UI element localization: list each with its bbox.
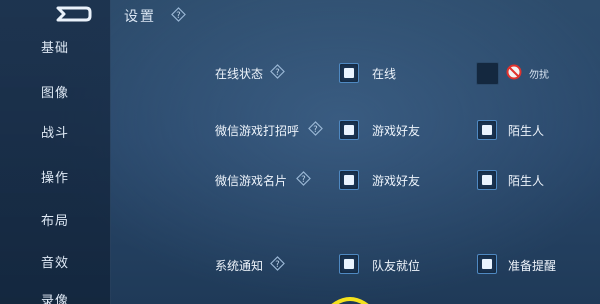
card-strangers-label: 陌生人 [508,174,545,188]
highlight-ring [331,297,369,304]
card-friends-checkbox[interactable] [339,170,359,190]
sidebar-item-layout[interactable]: 布局 [0,207,110,237]
prepare-remind-checkbox[interactable] [477,254,497,274]
sidebar-item-basic[interactable]: 基础 [0,34,110,64]
online-checkbox[interactable] [339,63,359,83]
svg-text:?: ? [176,10,180,20]
greeting-strangers-checkbox[interactable] [477,120,497,140]
greeting-strangers-label: 陌生人 [508,124,545,138]
online-status-label: 在线状态 [215,67,264,81]
sidebar-item-battle[interactable]: 战斗 [0,119,110,149]
greeting-friends-checkbox[interactable] [339,120,359,140]
help-icon[interactable]: ? [296,171,311,186]
back-button[interactable] [50,2,94,26]
wechat-greeting-label: 微信游戏打招呼 [215,124,300,138]
card-friends-label: 游戏好友 [372,174,421,188]
system-notify-label: 系统通知 [215,259,264,273]
no-entry-icon [506,64,522,80]
dnd-checkbox[interactable] [476,62,499,85]
dnd-option-label: 勿扰 [529,70,549,81]
help-icon[interactable]: ? [171,7,186,22]
svg-text:?: ? [313,124,317,134]
sidebar-item-graphics[interactable]: 图像 [0,79,110,109]
page-title: 设置 [124,9,156,25]
prepare-remind-label: 准备提醒 [508,259,557,273]
help-icon[interactable]: ? [270,64,285,79]
online-option-label: 在线 [372,67,397,81]
help-icon[interactable]: ? [270,256,285,271]
card-strangers-checkbox[interactable] [477,170,497,190]
svg-text:?: ? [275,67,279,77]
team-ready-label: 队友就位 [372,259,421,273]
sidebar: 基础 图像 战斗 操作 布局 音效 录像 [0,0,111,304]
wechat-card-label: 微信游戏名片 [215,174,288,188]
sidebar-item-sound[interactable]: 音效 [0,249,110,279]
svg-text:?: ? [301,174,305,184]
help-icon[interactable]: ? [308,121,323,136]
sidebar-item-controls[interactable]: 操作 [0,164,110,194]
greeting-friends-label: 游戏好友 [372,124,421,138]
back-arrow-icon [56,6,92,22]
sidebar-item-replay[interactable]: 录像 [0,287,110,304]
team-ready-checkbox[interactable] [339,254,359,274]
svg-text:?: ? [275,259,279,269]
